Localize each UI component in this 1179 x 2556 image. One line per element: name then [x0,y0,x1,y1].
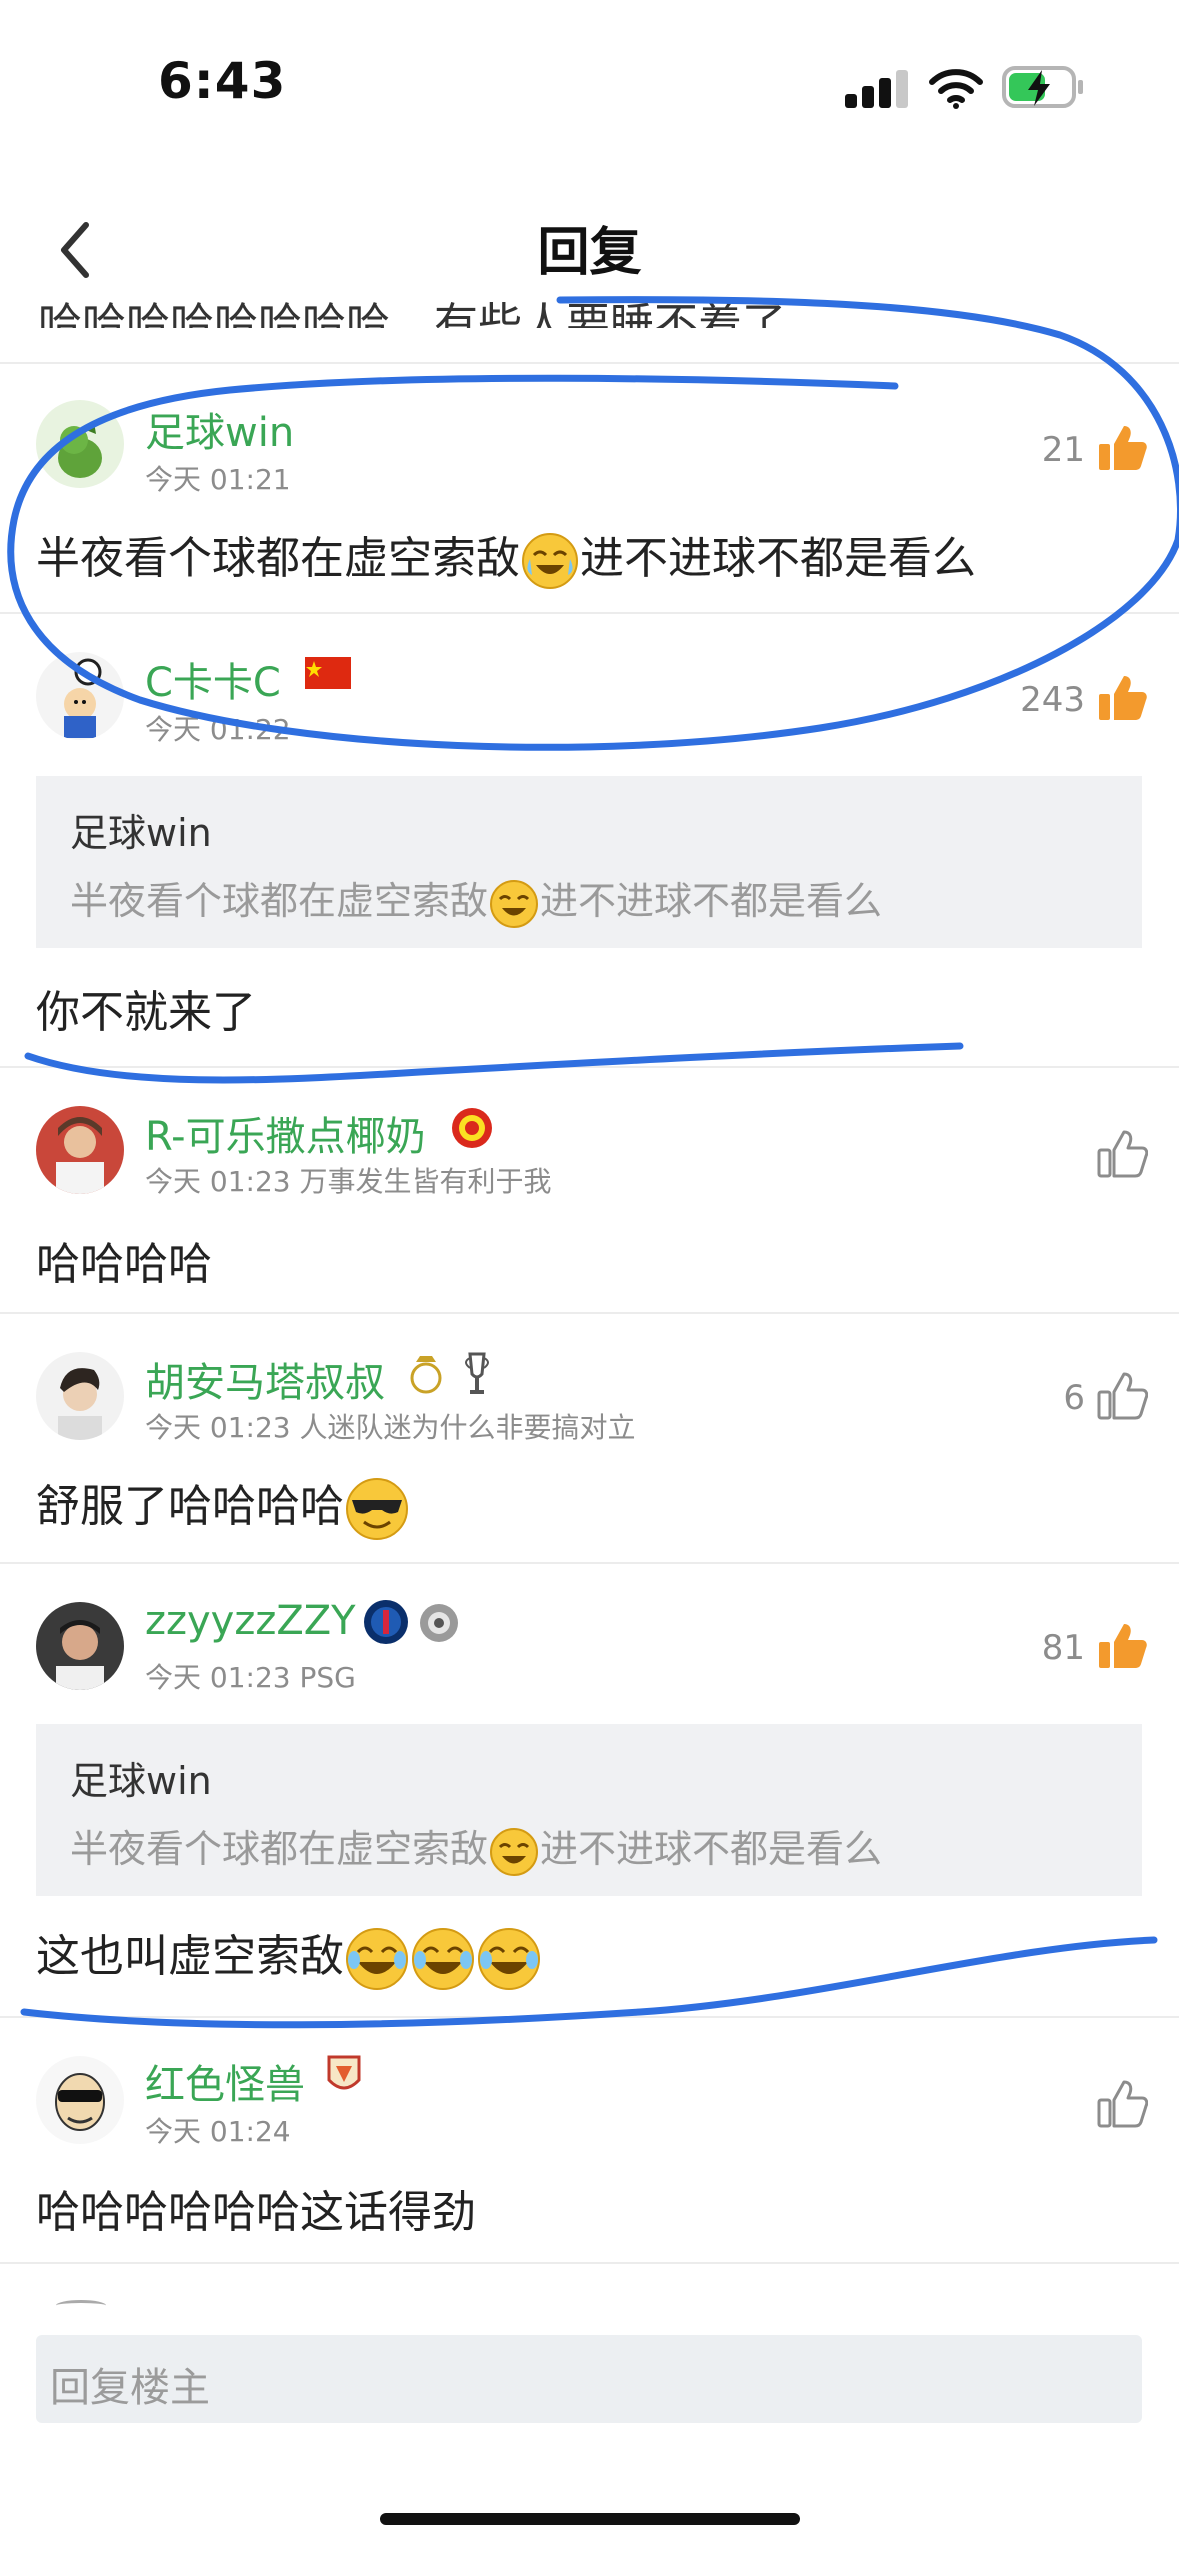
comment-text: 舒服了哈哈哈哈 [36,1470,410,1542]
comment-username[interactable]: 红色怪兽 [145,2052,305,2110]
like-count: 81 [1041,1628,1085,1668]
quoted-text: 半夜看个球都在虚空索敌 进不进球不都是看么 [70,1818,882,1878]
real-madrid-badge-icon [410,1356,442,1394]
user-photo-avatar-icon [56,1620,104,1690]
comment-username[interactable]: R-可乐撒点椰奶 [145,1104,426,1162]
user-signature: PSG [299,1661,356,1694]
tears-of-joy-emoji-icon [412,1928,474,1990]
comment-meta: 今天 01:23 PSG [145,1656,356,1696]
avatar[interactable] [36,1602,124,1690]
meme-face-avatar-icon [55,2073,105,2131]
partial-comment-text: 哈哈哈哈哈哈哈哈。有些人要睡不着了 [38,299,786,328]
china-flag-icon [305,657,351,689]
like-count: 6 [1063,1378,1085,1418]
comment-time: 今天 01:23 [145,1411,291,1444]
user-photo-avatar-icon [56,1117,104,1194]
comment-username[interactable]: 胡安马塔叔叔 [145,1350,385,1408]
comment-text: 哈哈哈哈哈哈这话得劲 [36,2187,476,2238]
comment-text: 哈哈哈哈 [36,1239,212,1290]
manchester-united-badge-icon [452,1108,492,1148]
avatar[interactable] [36,652,124,740]
divider [0,2016,1179,2018]
club-badge-icon [327,2055,361,2090]
quoted-comment[interactable]: 足球win 半夜看个球都在虚空索敌 进不进球不都是看么 [36,1724,1142,1896]
like-count: 243 [1020,680,1085,720]
quoted-comment[interactable]: 足球win 半夜看个球都在虚空索敌 进不进球不都是看么 [36,776,1142,948]
crying-laughing-emoji-icon [522,533,578,589]
user-signature: 人迷队迷为什么非要搞对立 [299,1411,636,1444]
divider [0,612,1179,614]
comment-meta: 今天 01:23 万事发生皆有利于我 [145,1160,552,1200]
thumbs-up-icon[interactable] [1096,1370,1148,1422]
crying-laughing-emoji-icon [490,1827,539,1876]
tears-of-joy-emoji-icon [346,1928,408,1990]
comment-username[interactable]: 足球win [145,400,294,458]
crying-laughing-emoji-icon [490,879,539,928]
divider [0,1562,1179,1564]
next-avatar-edge [56,2300,106,2311]
comment-username[interactable]: C卡卡C [145,650,281,708]
dinosaur-avatar-icon [58,422,102,478]
cartoon-player-avatar-icon [64,658,102,738]
comment-time: 今天 01:21 [145,463,291,496]
user-photo-avatar-icon [58,1368,102,1440]
quoted-text-part: 半夜看个球都在虚空索敌 [70,1827,489,1871]
wifi-icon [929,69,983,109]
divider [0,362,1179,364]
sunglasses-emoji-icon [346,1478,408,1540]
reply-placeholder: 回复楼主 [50,2365,210,2411]
user-badge-icon [420,1604,458,1642]
like-count: 21 [1041,430,1085,470]
avatar[interactable] [36,400,124,488]
thumbs-up-liked-icon[interactable] [1096,1620,1148,1672]
comment-time: 今天 01:23 [145,1165,291,1198]
divider [0,1312,1179,1314]
quoted-text: 半夜看个球都在虚空索敌 进不进球不都是看么 [70,870,882,930]
trophy-icon [465,1352,489,1394]
comment-time: 今天 01:22 [145,713,291,746]
comment-text-part: 进不进球不都是看么 [580,533,976,584]
page-title: 回复 [537,223,642,283]
quoted-text-part: 进不进球不都是看么 [540,879,883,923]
comment-text-part: 这也叫虚空索敌 [36,1931,344,1982]
home-indicator[interactable] [380,2513,800,2525]
comment-time: 今天 01:23 [145,1661,291,1694]
avatar[interactable] [36,1352,124,1440]
user-signature: 万事发生皆有利于我 [299,1165,552,1198]
divider [0,2262,1179,2264]
comment-time: 今天 01:24 [145,2115,291,2148]
quoted-username: 足球win [70,811,212,855]
status-time: 6:43 [158,52,287,110]
tears-of-joy-emoji-icon [478,1928,540,1990]
cellular-signal-icon [845,70,908,108]
comment-text-part: 舒服了哈哈哈哈 [36,1481,344,1532]
thumbs-up-icon[interactable] [1096,2078,1148,2130]
avatar[interactable] [36,2056,124,2144]
thumbs-up-icon[interactable] [1096,1128,1148,1180]
thumbs-up-liked-icon[interactable] [1096,422,1148,474]
avatar[interactable] [36,1106,124,1194]
comment-meta: 今天 01:23 人迷队迷为什么非要搞对立 [145,1406,636,1446]
comment-text: 半夜看个球都在虚空索敌 进不进球不都是看么 [36,522,976,591]
divider [0,1066,1179,1068]
comment-text: 这也叫虚空索敌 [36,1920,542,1992]
comment-text-part: 半夜看个球都在虚空索敌 [36,533,520,584]
comment-username[interactable]: zzyyzzZZY [145,1598,356,1644]
psg-badge-icon [364,1600,408,1644]
comment-text: 你不就来了 [36,987,256,1038]
quoted-text-part: 进不进球不都是看么 [540,1827,883,1871]
thumbs-up-liked-icon[interactable] [1096,672,1148,724]
quoted-text-part: 半夜看个球都在虚空索敌 [70,879,489,923]
quoted-username: 足球win [70,1759,212,1803]
battery-charging-icon [1002,66,1083,108]
